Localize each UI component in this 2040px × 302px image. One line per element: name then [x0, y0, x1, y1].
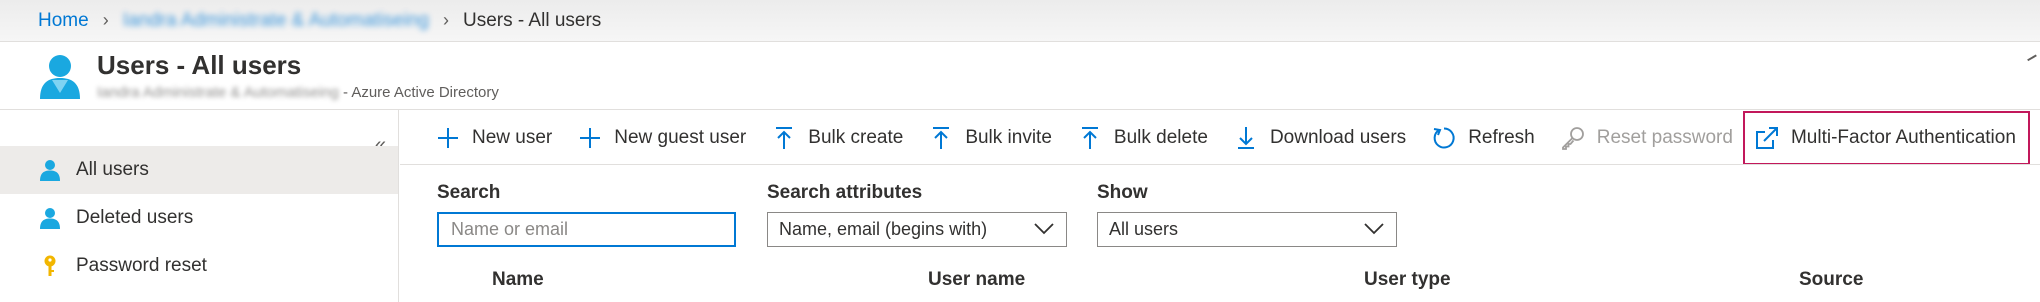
column-header-user-name[interactable]: User name: [928, 269, 1025, 291]
upload-icon: [933, 127, 950, 149]
chevron-down-icon: [1034, 223, 1054, 235]
command-bar: New user New guest user Bulk create Bulk…: [436, 111, 2030, 165]
page-subtitle: Iandra Administrate & Automatiseing - Az…: [97, 84, 499, 101]
refresh-label: Refresh: [1468, 127, 1535, 148]
chevron-down-icon: [1364, 223, 1384, 235]
subtitle-suffix: - Azure Active Directory: [338, 84, 499, 101]
show-dropdown[interactable]: All users: [1097, 212, 1397, 247]
sidebar-item-password-reset[interactable]: Password reset: [0, 242, 398, 290]
plus-icon: [438, 128, 458, 148]
refresh-button[interactable]: Refresh: [1432, 116, 1535, 160]
new-user-button[interactable]: New user: [436, 116, 552, 160]
search-input[interactable]: [437, 212, 736, 247]
search-attributes-label: Search attributes: [767, 182, 923, 203]
key-icon: [44, 255, 56, 276]
download-users-label: Download users: [1269, 127, 1407, 148]
search-label: Search: [437, 182, 501, 203]
search-attributes-dropdown[interactable]: Name, email (begins with): [767, 212, 1067, 247]
download-icon: [1237, 127, 1254, 149]
upload-icon: [1081, 127, 1098, 149]
breadcrumb-home-link[interactable]: Home: [38, 10, 89, 32]
column-header-user-type[interactable]: User type: [1364, 269, 1451, 291]
chevron-right-icon: ›: [442, 10, 449, 30]
bulk-delete-label: Bulk delete: [1113, 127, 1208, 148]
show-label: Show: [1097, 182, 1148, 203]
bulk-create-label: Bulk create: [808, 127, 904, 148]
sidebar-item-label: Deleted users: [76, 207, 194, 228]
breadcrumb-current: Users - All users: [462, 9, 602, 31]
sidebar-item-all-users[interactable]: All users: [0, 146, 398, 194]
mfa-label: Multi-Factor Authentication: [1790, 127, 2016, 148]
download-users-button[interactable]: Download users: [1234, 116, 1406, 160]
external-link-icon: [1755, 127, 1778, 149]
bulk-invite-button[interactable]: Bulk invite: [929, 116, 1052, 160]
divider: [400, 164, 2040, 165]
page-title: Users - All users: [97, 50, 302, 80]
breadcrumb: Home › Iandra Administrate & Automatisei…: [0, 0, 2040, 42]
new-guest-user-label: New guest user: [614, 127, 747, 148]
key-icon: [1561, 127, 1584, 150]
page-header: Users - All users Iandra Administrate & …: [0, 42, 2040, 110]
search-attributes-value: Name, email (begins with): [779, 219, 988, 239]
refresh-icon: [1433, 127, 1455, 149]
reset-password-label: Reset password: [1596, 127, 1733, 148]
breadcrumb-tenant-link[interactable]: Iandra Administrate & Automatiseing: [123, 10, 429, 32]
new-user-label: New user: [472, 127, 553, 148]
pin-icon[interactable]: [2027, 54, 2040, 72]
users-icon: [40, 55, 80, 99]
bulk-delete-button[interactable]: Bulk delete: [1078, 116, 1208, 160]
show-value: All users: [1109, 219, 1179, 239]
upload-icon: [776, 127, 793, 149]
column-header-name[interactable]: Name: [492, 269, 544, 291]
sidebar-item-label: All users: [76, 159, 149, 180]
sidebar-item-label: Password reset: [76, 255, 207, 276]
user-icon: [40, 208, 60, 229]
sidebar-item-deleted-users[interactable]: Deleted users: [0, 194, 398, 242]
chevron-right-icon: ›: [102, 10, 109, 30]
user-icon: [40, 160, 60, 181]
bulk-create-button[interactable]: Bulk create: [772, 116, 903, 160]
bulk-invite-label: Bulk invite: [965, 127, 1052, 148]
column-header-source[interactable]: Source: [1799, 269, 1863, 291]
reset-password-button[interactable]: Reset password: [1561, 116, 1733, 160]
multi-factor-authentication-button[interactable]: Multi-Factor Authentication: [1742, 111, 2030, 165]
plus-icon: [580, 128, 601, 148]
new-guest-user-button[interactable]: New guest user: [578, 116, 746, 160]
sidebar: « All users Deleted users Password reset: [0, 110, 399, 302]
subtitle-tenant: Iandra Administrate & Automatiseing: [97, 84, 339, 101]
